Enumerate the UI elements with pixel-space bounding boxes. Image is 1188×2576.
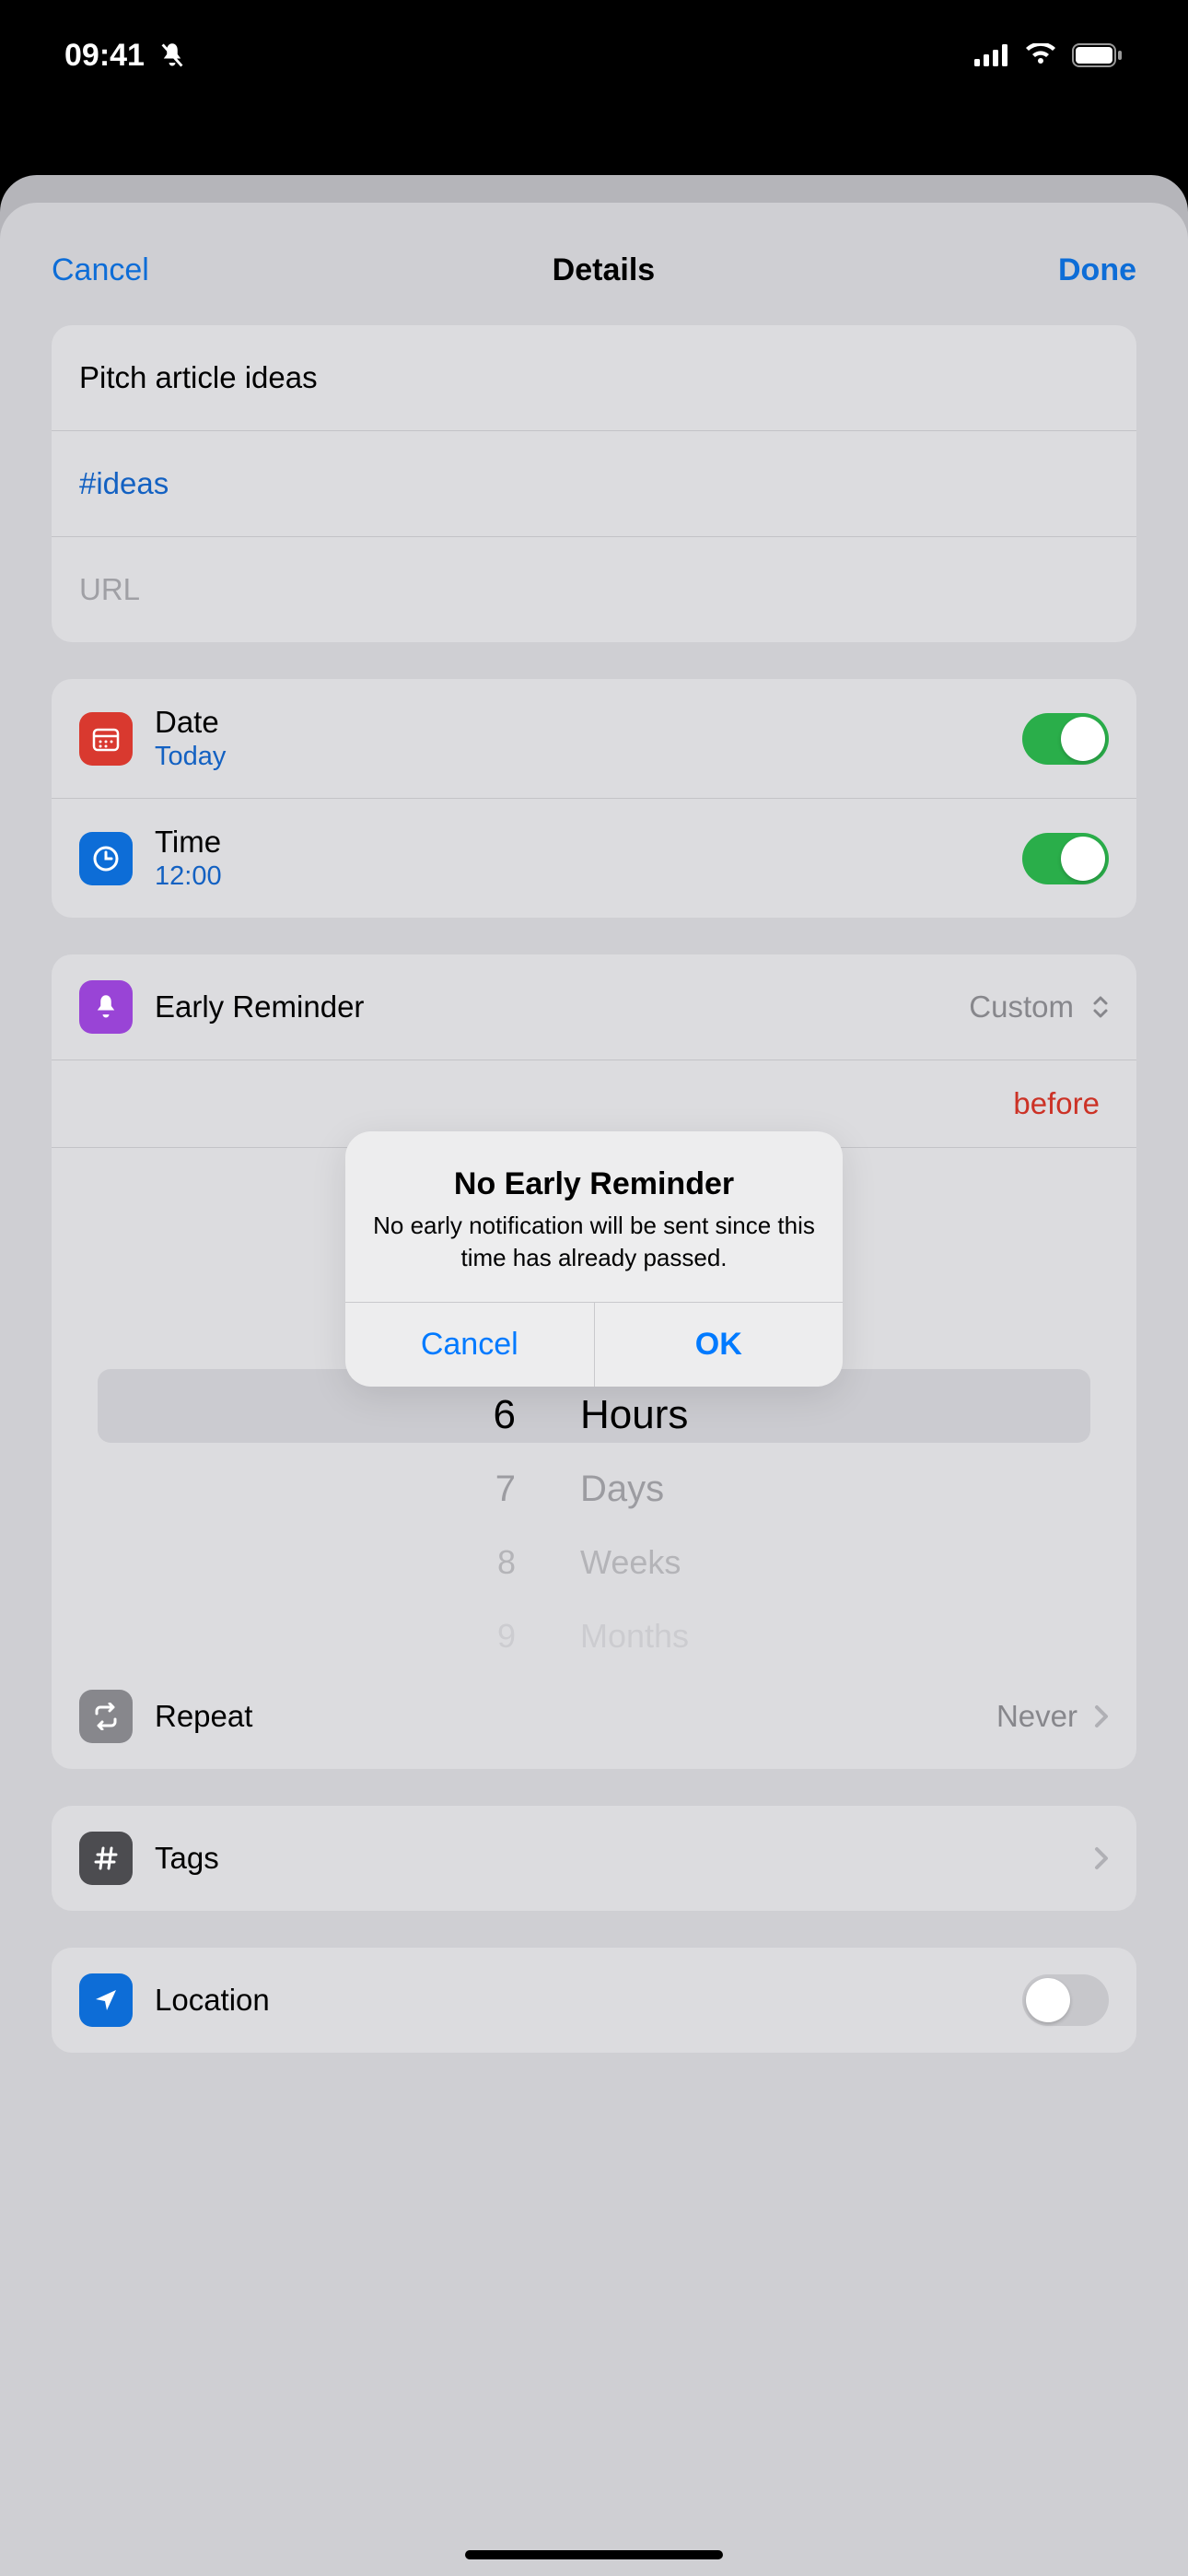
time-value: 12:00 <box>155 861 1022 892</box>
early-reminder-label: Early Reminder <box>155 989 969 1025</box>
date-label: Date <box>155 705 1022 740</box>
location-toggle[interactable] <box>1022 1974 1109 2026</box>
repeat-value: Never <box>996 1699 1077 1734</box>
alert-cancel-button[interactable]: Cancel <box>345 1303 595 1387</box>
location-card: Location <box>52 1948 1136 2053</box>
chevron-right-icon <box>1094 1704 1109 1728</box>
repeat-row[interactable]: Repeat Never <box>52 1664 1136 1769</box>
time-toggle[interactable] <box>1022 833 1109 884</box>
tags-card: Tags <box>52 1806 1136 1911</box>
alert-title: No Early Reminder <box>373 1166 815 1202</box>
chevron-right-icon <box>1094 1846 1109 1870</box>
notes-field[interactable]: #ideas <box>52 431 1136 537</box>
chevron-updown-icon <box>1092 994 1109 1020</box>
hash-icon <box>79 1832 133 1885</box>
tag-link: #ideas <box>79 457 169 510</box>
date-toggle[interactable] <box>1022 713 1109 765</box>
repeat-label: Repeat <box>155 1699 996 1734</box>
early-reminder-value: Custom <box>969 989 1074 1025</box>
alert-ok-button[interactable]: OK <box>595 1303 844 1387</box>
title-card: Pitch article ideas #ideas URL <box>52 325 1136 642</box>
before-label: before <box>1013 1086 1100 1121</box>
nav-title: Details <box>553 252 656 288</box>
calendar-icon <box>79 712 133 766</box>
wifi-icon <box>1024 43 1057 67</box>
dnd-icon <box>159 41 185 69</box>
title-field[interactable]: Pitch article ideas <box>52 325 1136 431</box>
status-bar: 09:41 <box>0 0 1188 111</box>
details-sheet: Cancel Details Done Pitch article ideas … <box>0 203 1188 2576</box>
nav-bar: Cancel Details Done <box>0 230 1188 325</box>
bell-icon <box>79 980 133 1034</box>
title-text: Pitch article ideas <box>79 351 318 404</box>
clock-icon <box>79 832 133 885</box>
url-field[interactable]: URL <box>52 537 1136 642</box>
tags-row[interactable]: Tags <box>52 1806 1136 1911</box>
datetime-card: Date Today Time 12:00 <box>52 679 1136 918</box>
repeat-icon <box>79 1690 133 1743</box>
battery-icon <box>1072 43 1124 67</box>
date-row[interactable]: Date Today <box>52 679 1136 799</box>
time-label: Time <box>155 825 1022 860</box>
cellular-icon <box>974 44 1009 66</box>
url-placeholder: URL <box>79 563 140 616</box>
location-label: Location <box>155 1983 1022 2018</box>
home-indicator <box>465 2550 723 2559</box>
early-reminder-row[interactable]: Early Reminder Custom <box>52 954 1136 1060</box>
status-time: 09:41 <box>64 38 145 74</box>
date-value: Today <box>155 742 1022 772</box>
cancel-button[interactable]: Cancel <box>52 252 149 288</box>
location-icon <box>79 1973 133 2027</box>
alert-modal: No Early Reminder No early notification … <box>345 1131 843 1387</box>
tags-label: Tags <box>155 1841 1087 1876</box>
alert-message: No early notification will be sent since… <box>373 1210 815 1274</box>
done-button[interactable]: Done <box>1058 252 1136 288</box>
time-row[interactable]: Time 12:00 <box>52 799 1136 918</box>
location-row[interactable]: Location <box>52 1948 1136 2053</box>
